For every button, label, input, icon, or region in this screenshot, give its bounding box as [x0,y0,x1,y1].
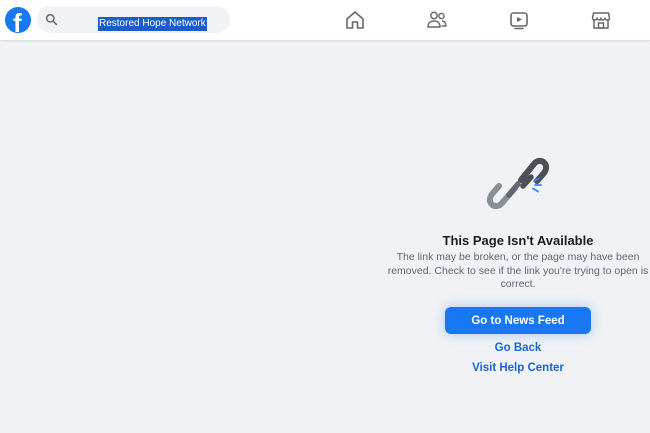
error-description-line: removed. Check to see if the link you're… [387,264,649,277]
friends-icon[interactable] [425,8,449,32]
error-description-line: correct. [500,278,536,290]
watch-icon[interactable] [507,8,531,32]
error-description-line: The link may be broken, or the page may … [396,251,640,263]
marketplace-icon[interactable] [589,8,613,32]
broken-link-icon [486,157,550,210]
home-icon[interactable] [343,8,367,32]
error-title: This Page Isn't Available [442,233,594,248]
go-to-news-feed-button[interactable]: Go to News Feed [445,307,591,334]
go-back-link[interactable]: Go Back [443,342,593,354]
error-description: The link may be broken, or the page may … [370,251,650,292]
search-icon [45,13,58,26]
top-navigation-bar: f Restored Hope Network [0,0,650,40]
facebook-logo[interactable]: f [5,7,31,33]
search-box[interactable]: Restored Hope Network [37,6,230,33]
facebook-logo-letter: f [13,8,22,33]
search-input[interactable]: Restored Hope Network [98,17,207,31]
visit-help-center-link[interactable]: Visit Help Center [443,362,593,374]
